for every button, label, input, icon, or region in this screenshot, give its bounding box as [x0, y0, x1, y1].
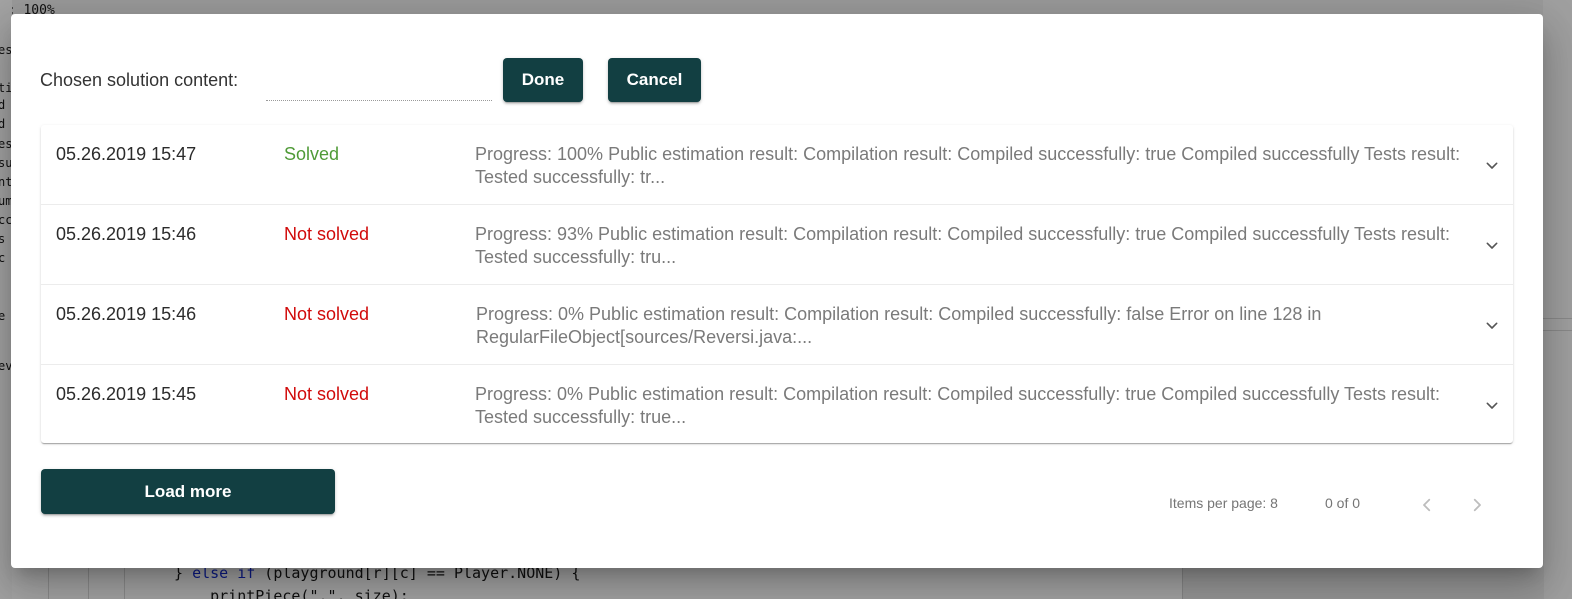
done-button[interactable]: Done: [503, 58, 583, 102]
page-range-label: 0 of 0: [1325, 495, 1361, 511]
solution-description: Progress: 100% Public estimation result:…: [475, 144, 1461, 187]
bg-fragment: s: [0, 232, 6, 246]
background-code-line: printPiece(".", size);: [174, 587, 409, 599]
chevron-down-icon[interactable]: [1481, 395, 1503, 417]
solution-row[interactable]: 05.26.2019 15:46 Not solved Progress: 93…: [41, 205, 1513, 285]
solution-row[interactable]: 05.26.2019 15:46 Not solved Progress: 0%…: [41, 285, 1513, 365]
chevron-down-icon[interactable]: [1481, 235, 1503, 257]
solution-status: Not solved: [284, 304, 370, 324]
dialog-header: Chosen solution content: Done Cancel: [40, 58, 760, 104]
solution-row[interactable]: 05.26.2019 15:45 Not solved Progress: 0%…: [41, 365, 1513, 443]
bg-fragment: e: [0, 309, 6, 323]
paginator: Items per page: 8 0 of 0: [1011, 491, 1511, 521]
solution-status: Solved: [284, 144, 340, 164]
background-right-panel: [1543, 0, 1572, 599]
solution-date: 05.26.2019 15:45: [56, 384, 197, 404]
solutions-dialog: Chosen solution content: Done Cancel 05.…: [11, 14, 1543, 568]
load-more-button[interactable]: Load more: [41, 469, 335, 514]
chosen-solution-label: Chosen solution content:: [40, 70, 239, 90]
solution-description: Progress: 0% Public estimation result: C…: [476, 304, 1322, 347]
chevron-down-icon[interactable]: [1481, 155, 1503, 177]
solution-description: Progress: 0% Public estimation result: C…: [475, 384, 1441, 427]
solution-description: Progress: 93% Public estimation result: …: [475, 224, 1451, 267]
items-per-page-label: Items per page: 8: [1169, 495, 1278, 511]
bg-fragment: d: [0, 117, 6, 131]
solution-row[interactable]: 05.26.2019 15:47 Solved Progress: 100% P…: [41, 125, 1513, 205]
solutions-list: 05.26.2019 15:47 Solved Progress: 100% P…: [41, 125, 1513, 443]
chevron-down-icon[interactable]: [1481, 315, 1503, 337]
solution-date: 05.26.2019 15:46: [56, 304, 197, 324]
solution-date: 05.26.2019 15:47: [56, 144, 197, 164]
cancel-button[interactable]: Cancel: [608, 58, 701, 102]
solution-status: Not solved: [284, 224, 370, 244]
chosen-solution-input[interactable]: [266, 66, 492, 101]
chevron-left-icon[interactable]: [1412, 491, 1442, 519]
solution-date: 05.26.2019 15:46: [56, 224, 197, 244]
bg-fragment: c: [0, 251, 6, 265]
chevron-right-icon[interactable]: [1462, 491, 1492, 519]
bg-fragment: d: [0, 98, 6, 112]
solution-status: Not solved: [284, 384, 370, 404]
